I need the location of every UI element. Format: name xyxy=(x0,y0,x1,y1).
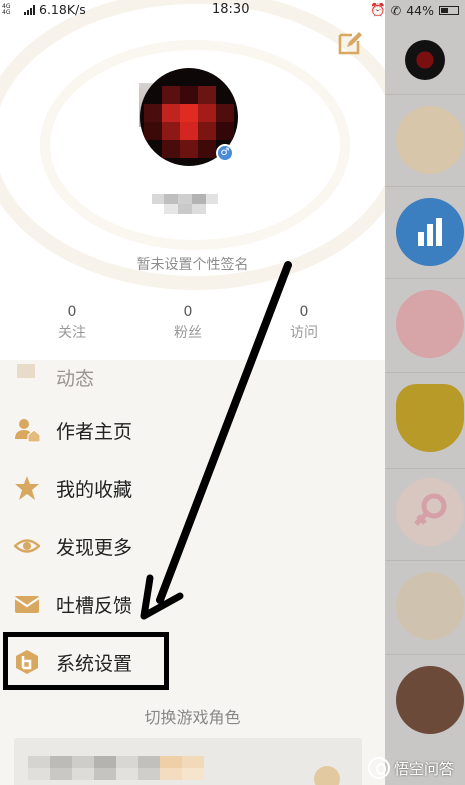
divider xyxy=(385,560,465,561)
clock: 18:30 xyxy=(212,2,250,17)
stat-label: 关注 xyxy=(58,325,86,341)
watermark-icon xyxy=(368,757,390,779)
role-switch-icon[interactable] xyxy=(314,766,340,785)
status-bar: 4G 4G 6.18K/s 18:30 ⏰ ✆ 44% xyxy=(0,0,465,20)
network-speed: 6.18K/s xyxy=(39,2,86,17)
signature-text: 暂未设置个性签名 xyxy=(136,257,249,273)
settings-highlight-box xyxy=(3,632,169,690)
bar-chart-icon xyxy=(396,198,464,266)
battery-percent: 44% xyxy=(406,2,434,18)
menu-item-favorites[interactable]: 我的收藏 xyxy=(0,459,385,517)
edit-icon[interactable] xyxy=(337,30,363,56)
divider xyxy=(385,372,465,373)
network-type: 4G 4G xyxy=(2,2,11,16)
stat-value: 0 xyxy=(67,304,77,320)
menu-item-feedback[interactable]: 吐槽反馈 xyxy=(0,575,385,633)
shield-icon xyxy=(396,384,464,452)
profile-header: ♂ 暂未设置个性签名 0 关注 0 粉丝 0 访问 xyxy=(0,0,385,360)
mail-icon xyxy=(14,596,40,613)
menu-item-label: 动态 xyxy=(56,368,95,390)
wifi-call-icon: ✆ xyxy=(390,2,402,18)
hearts-icon xyxy=(396,572,464,640)
menu-item-label: 我的收藏 xyxy=(56,478,133,501)
game-role-card[interactable] xyxy=(14,738,362,785)
avatar xyxy=(396,290,464,358)
menu-item-dynamics[interactable]: 动态 xyxy=(0,346,385,404)
alarm-icon: ⏰ xyxy=(370,2,386,17)
stat-label: 粉丝 xyxy=(174,325,202,341)
stat-value: 0 xyxy=(183,304,193,320)
divider xyxy=(385,94,465,95)
divider xyxy=(385,278,465,279)
divider xyxy=(385,468,465,469)
stat-label: 访问 xyxy=(290,325,318,341)
status-right: ⏰ ✆ 44% xyxy=(370,2,459,18)
menu-item-label: 发现更多 xyxy=(56,536,133,559)
side-drawer: ♂ 暂未设置个性签名 0 关注 0 粉丝 0 访问 动态 作者主页 我的收藏 发… xyxy=(0,0,385,785)
star-icon xyxy=(15,476,39,500)
stat-value: 0 xyxy=(299,304,309,320)
role-name-blurred xyxy=(28,756,204,780)
stat-following[interactable]: 0 关注 xyxy=(42,304,102,342)
avatar xyxy=(396,666,464,734)
watermark-text: 悟空问答 xyxy=(394,759,455,778)
watermark: 悟空问答 xyxy=(368,757,454,779)
male-icon: ♂ xyxy=(216,144,234,162)
menu-item-author-page[interactable]: 作者主页 xyxy=(0,401,385,459)
background-list-strip xyxy=(385,0,465,785)
divider xyxy=(385,654,465,655)
stat-followers[interactable]: 0 粉丝 xyxy=(158,304,218,342)
signal-icon xyxy=(24,4,35,15)
battery-icon xyxy=(439,5,459,15)
divider xyxy=(385,186,465,187)
username-blurred xyxy=(152,194,218,214)
target-icon xyxy=(396,106,464,174)
eye-icon xyxy=(14,539,40,553)
author-icon xyxy=(15,419,40,443)
status-left: 4G 4G 6.18K/s xyxy=(2,2,86,17)
flag-icon xyxy=(17,364,35,378)
avatar xyxy=(405,40,445,80)
menu-item-label: 吐槽反馈 xyxy=(56,594,133,617)
menu-item-label: 作者主页 xyxy=(56,420,133,443)
stat-visits[interactable]: 0 访问 xyxy=(274,304,334,342)
female-icon xyxy=(396,478,464,546)
switch-role-title: 切换游戏角色 xyxy=(144,708,241,727)
menu-item-discover[interactable]: 发现更多 xyxy=(0,517,385,575)
